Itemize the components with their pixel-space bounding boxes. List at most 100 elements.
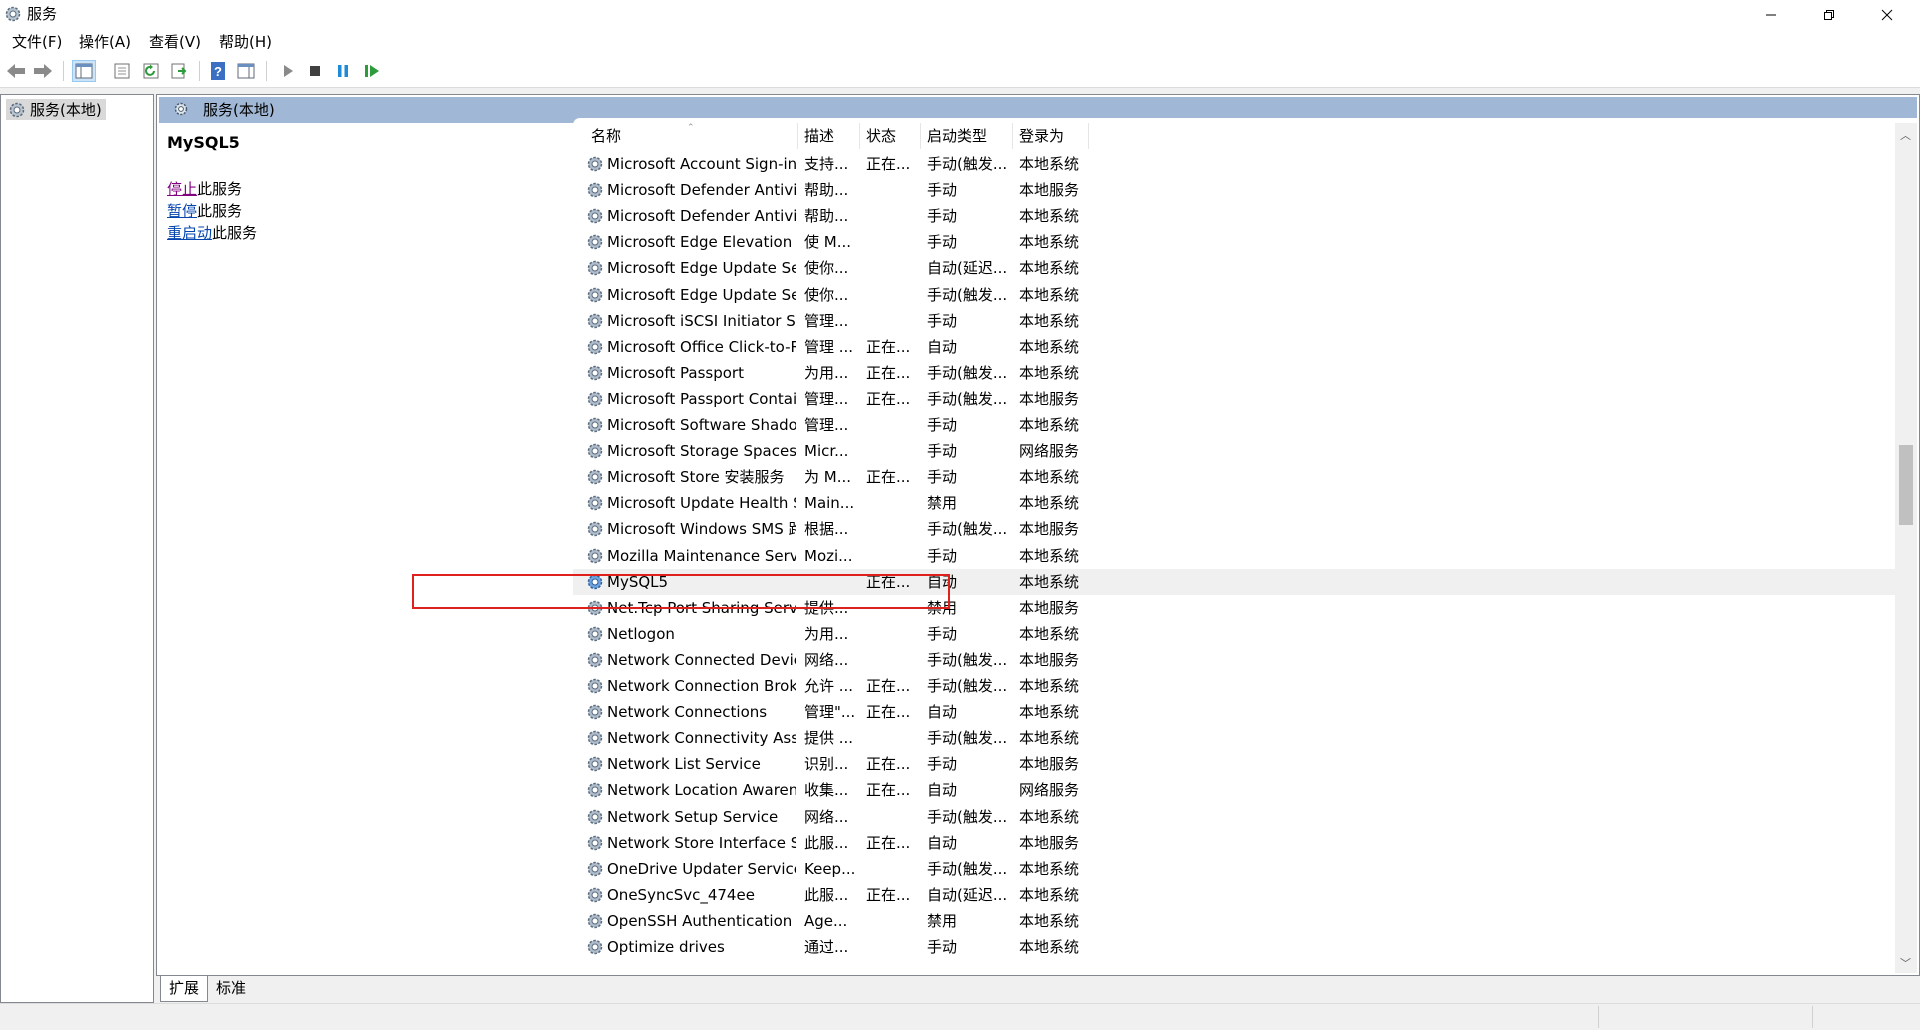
forward-button[interactable] [31,60,55,82]
cell-startup-type: 自动(延迟... [927,259,1008,278]
table-row[interactable]: Microsoft Account Sign-in ... 支持... 正在... 手… [573,151,1895,177]
service-gear-icon [586,338,604,356]
service-gear-icon [586,207,604,225]
service-gear-icon [586,860,604,878]
menu-help[interactable]: 帮助(H) [219,33,272,51]
menu-file[interactable]: 文件(F) [12,33,62,51]
start-service-button[interactable] [276,60,300,82]
table-row[interactable]: Microsoft Windows SMS 路... 根据... 手动(触发... 本… [573,516,1895,542]
cell-status [866,934,919,960]
cell-startup-type: 手动 [927,755,958,774]
restore-icon [1824,9,1834,20]
cell-description: 此服... [804,833,849,852]
cell-logon-as: 本地系统 [1019,624,1080,643]
service-description-panel: MySQL5 停止此服务 暂停此服务 重启动此服务 [159,123,569,973]
cell-description: 网络... [804,807,849,826]
table-row[interactable]: Network Location Awarene... 收集... 正在... 自动 网… [573,777,1895,803]
service-gear-icon [586,155,604,173]
help-icon: ? [211,62,225,80]
forward-icon [34,64,52,78]
table-row[interactable]: Optimize drives 通过... 手动 本地系统 [573,934,1895,960]
cell-startup-type: 手动(触发... [927,285,1008,304]
table-row[interactable]: Microsoft Software Shado... 管理... 手动 本地系统 [573,412,1895,438]
cell-name: Microsoft Defender Antivir... [607,181,796,200]
column-header-logon-as[interactable]: 登录为 [1013,123,1089,149]
table-row[interactable]: Mozilla Maintenance Service Mozi... 手动 本地系统 [573,543,1895,569]
cell-name: Microsoft Passport [607,363,744,382]
table-row[interactable]: Microsoft Storage Spaces S... Micr... 手动 网络… [573,438,1895,464]
properties-button[interactable] [110,60,134,82]
table-row[interactable]: Network Connectivity Assis... 提供 ... 手动(触发… [573,725,1895,751]
table-row[interactable]: Microsoft Defender Antivir... 帮助... 手动 本地服务 [573,177,1895,203]
table-row[interactable]: Microsoft Office Click-to-R... 管理 ... 正在..… [573,334,1895,360]
cell-logon-as: 本地系统 [1019,494,1080,513]
column-header-status[interactable]: 状态 [860,123,921,149]
cell-description: 识别... [804,755,849,774]
table-row[interactable]: Microsoft Edge Update Ser... 使你... 自动(延迟..… [573,255,1895,281]
tree-item-label: 服务(本地) [30,101,102,119]
table-row[interactable]: Network Connections 管理"... 正在... 自动 本地系统 [573,699,1895,725]
stop-service-link[interactable]: 停止 [167,180,197,198]
cell-status [866,255,919,281]
cell-name: Microsoft Edge Elevation S... [607,233,796,252]
cell-description: 管理 ... [804,337,854,356]
service-gear-icon [586,259,604,277]
export-list-button[interactable] [167,60,191,82]
table-row[interactable]: Network Connection Broker 允许 ... 正在... 手动(触… [573,673,1895,699]
pause-service-link[interactable]: 暂停 [167,202,197,220]
pause-service-button[interactable] [331,60,355,82]
cell-logon-as: 本地服务 [1019,598,1080,617]
table-row[interactable]: Network Connected Devic... 网络... 手动(触发... 本… [573,647,1895,673]
cell-status [866,804,919,830]
service-gear-icon [586,468,604,486]
menu-action[interactable]: 操作(A) [79,33,131,51]
table-row[interactable]: Netlogon 为用... 手动 本地系统 [573,621,1895,647]
table-row[interactable]: Microsoft Edge Elevation S... 使 M... 手动 本地系… [573,229,1895,255]
tab-extended[interactable]: 扩展 [160,976,209,1002]
tab-standard[interactable]: 标准 [208,976,254,1002]
minimize-button[interactable] [1748,0,1794,29]
stop-service-button[interactable] [303,60,327,82]
service-gear-icon [586,651,604,669]
vertical-scrollbar[interactable]: ︿ ﹀ [1895,123,1917,973]
table-row[interactable]: Microsoft Edge Update Ser... 使你... 手动(触发..… [573,282,1895,308]
scroll-up-icon[interactable]: ︿ [1900,127,1911,143]
table-row[interactable]: Microsoft Store 安装服务为 M... 正在... 手动 本地系统 [573,464,1895,490]
scroll-down-icon[interactable]: ﹀ [1900,955,1911,971]
column-header-startup-type[interactable]: 启动类型 [921,123,1013,149]
refresh-button[interactable] [139,60,163,82]
table-row[interactable]: Network List Service 识别... 正在... 手动 本地服务 [573,751,1895,777]
cell-name: Microsoft Software Shado... [607,416,796,434]
action-pane-button[interactable] [234,60,258,82]
table-row[interactable]: Microsoft Update Health S... Main... 禁用 本地系… [573,490,1895,516]
cell-status [866,490,919,516]
table-row[interactable]: OneDrive Updater Service Keep... 手动(触发... 本… [573,856,1895,882]
table-row[interactable]: Microsoft Defender Antivir... 帮助... 手动 本地系统 [573,203,1895,229]
table-row[interactable]: Microsoft Passport Container 管理... 正在... 手动… [573,386,1895,412]
table-row[interactable]: OpenSSH Authentication ... Age... 禁用 本地系统 [573,908,1895,934]
tree-item-services-local[interactable]: 服务(本地) [6,99,106,120]
menu-view[interactable]: 查看(V) [149,33,201,51]
restore-button[interactable] [1806,0,1852,29]
list-header: 名称 ⌃ 描述 状态 启动类型 登录为 [573,123,1895,149]
services-window: 服务 文件(F) 操作(A) 查看(V) 帮助(H) ? 服务(本地) 服务(本… [0,0,1920,1030]
scrollbar-thumb[interactable] [1899,445,1913,525]
help-button[interactable]: ? [206,60,230,82]
cell-name: Microsoft Windows SMS 路... [607,520,796,539]
close-button[interactable] [1864,0,1910,29]
restart-service-button[interactable] [360,60,384,82]
table-row[interactable]: OneSyncSvc_474ee 此服... 正在... 自动(延迟... 本地系统 [573,882,1895,908]
column-header-name[interactable]: 名称 [573,123,798,149]
console-tree-button[interactable] [72,60,96,82]
view-tabs: 扩展 标准 [156,976,1920,1003]
export-icon [171,63,187,79]
service-gear-icon [586,834,604,852]
table-row[interactable]: Network Setup Service 网络... 手动(触发... 本地系统 [573,804,1895,830]
table-row[interactable]: Microsoft iSCSI Initiator Ser... 管理... 手动 本… [573,308,1895,334]
cell-description: 为用... [804,363,849,382]
back-button[interactable] [4,60,28,82]
table-row[interactable]: Network Store Interface Se... 此服... 正在... 自… [573,830,1895,856]
table-row[interactable]: Microsoft Passport 为用... 正在... 手动(触发... 本地系统 [573,360,1895,386]
column-header-description[interactable]: 描述 [798,123,860,149]
restart-service-link[interactable]: 重启动 [167,224,212,242]
